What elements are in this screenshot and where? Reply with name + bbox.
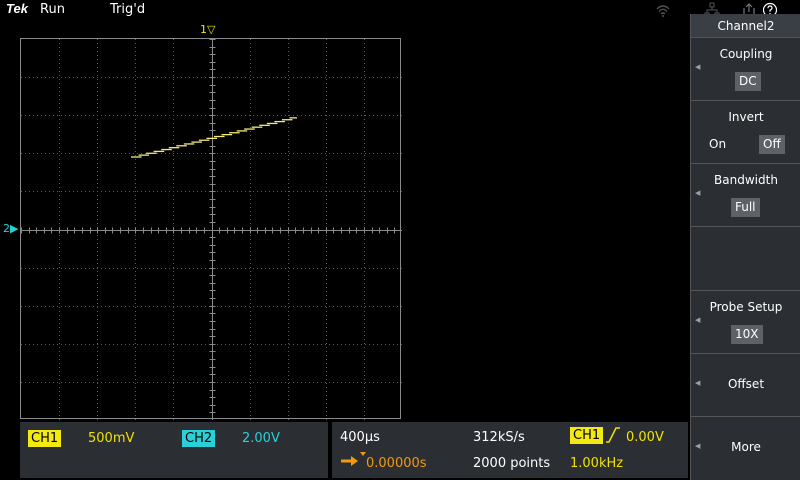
invert-on-option[interactable]: On [709, 137, 726, 151]
rising-edge-icon [606, 427, 620, 443]
trigger-frequency: 1.00kHz [570, 456, 624, 471]
ch1-badge[interactable]: CH1 [28, 430, 62, 447]
menu-left-arrow-icon: ◀ [695, 63, 701, 71]
probe-setup-menu-item[interactable]: ◀ Probe Setup 10X [691, 292, 800, 354]
ch2-ground-arrow-icon: ▶ [10, 222, 19, 235]
trigger-status: Trig'd [110, 2, 146, 17]
ch2-scale[interactable]: 2.00V [242, 430, 280, 447]
wifi-icon [656, 5, 670, 17]
trigger-position-label: 1 [200, 23, 207, 36]
trigger-source-badge[interactable]: CH1 [570, 427, 604, 444]
trigger-level[interactable]: 0.00V [626, 429, 664, 446]
acquisition-status[interactable]: Run [40, 2, 65, 17]
graticule-grid [21, 39, 402, 420]
empty-menu-slot [691, 228, 800, 291]
ch1-scale[interactable]: 500mV [88, 430, 134, 447]
horizontal-delay[interactable]: 0.00000s [366, 455, 427, 472]
probe-setup-value[interactable]: 10X [731, 325, 763, 344]
timebase-readout[interactable]: 400µs 0.00000s 312kS/s 2000 points CH1 0… [332, 422, 688, 478]
ch2-ground-marker[interactable]: 2▶ [3, 222, 18, 235]
offset-label: Offset [727, 377, 765, 391]
coupling-value[interactable]: DC [735, 72, 761, 91]
delay-arrow-icon [341, 452, 366, 466]
trigger-position-marker[interactable]: 1▽ [200, 23, 215, 36]
bandwidth-label: Bandwidth [714, 173, 778, 187]
channel-side-menu: Channel2 ◀ Coupling DC Invert On Off ◀ B… [690, 14, 800, 480]
ch2-ground-label: 2 [3, 222, 10, 235]
side-menu-title: Channel2 [691, 14, 800, 38]
bandwidth-menu-item[interactable]: ◀ Bandwidth Full [691, 165, 800, 227]
more-menu-item[interactable]: ◀ More [691, 418, 800, 480]
menu-left-arrow-icon: ◀ [695, 316, 701, 324]
graticule-svg [21, 39, 402, 420]
channel-readout[interactable]: CH1 500mV CH2 2.00V [20, 422, 328, 478]
more-label: More [731, 440, 761, 454]
status-bar: Tek Run Trig'd [0, 0, 778, 20]
trigger-position-arrow-icon: ▽ [207, 23, 216, 36]
coupling-label: Coupling [719, 47, 773, 61]
invert-label: Invert [728, 110, 764, 124]
record-length[interactable]: 2000 points [473, 455, 550, 472]
brand-logo: Tek [6, 1, 28, 16]
horizontal-scale[interactable]: 400µs [340, 429, 380, 446]
sample-rate: 312kS/s [473, 430, 525, 445]
waveform-graticule[interactable] [20, 38, 402, 420]
invert-menu-item[interactable]: Invert On Off [691, 102, 800, 164]
bandwidth-value[interactable]: Full [731, 198, 760, 217]
offset-menu-item[interactable]: ◀ Offset [691, 355, 800, 417]
menu-left-arrow-icon: ◀ [695, 189, 701, 197]
coupling-menu-item[interactable]: ◀ Coupling DC [691, 39, 800, 101]
ch2-badge[interactable]: CH2 [182, 430, 216, 447]
invert-off-option[interactable]: Off [759, 135, 785, 154]
probe-setup-label: Probe Setup [709, 300, 783, 314]
